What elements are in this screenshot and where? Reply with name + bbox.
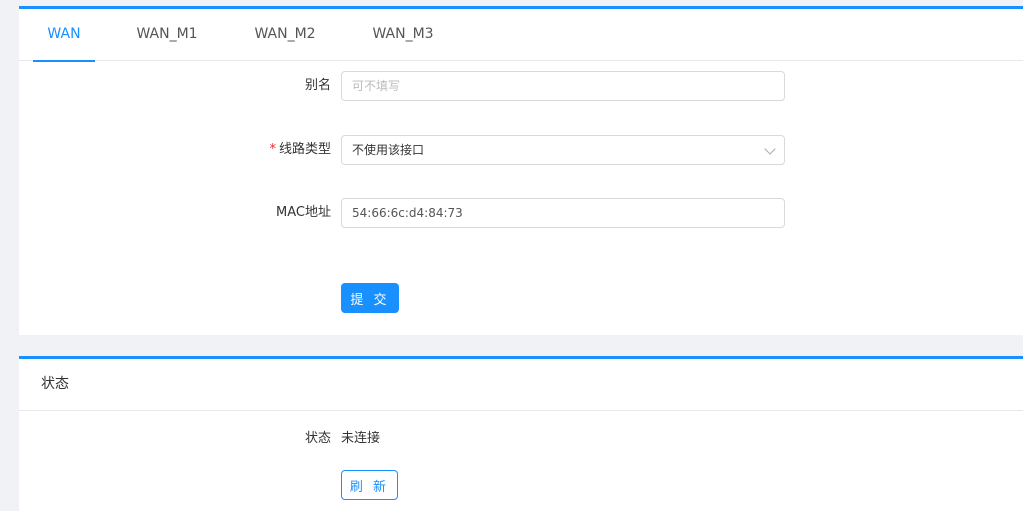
alias-input[interactable] <box>341 71 785 101</box>
wan-settings-card: WAN WAN_M1 WAN_M2 WAN_M3 别名 *线路类型 不使用该接口… <box>19 6 1023 335</box>
submit-button[interactable]: 提 交 <box>341 283 399 313</box>
status-label: 状态 <box>304 431 331 446</box>
refresh-button[interactable]: 刷 新 <box>341 470 398 500</box>
alias-row: 别名 <box>19 71 1023 101</box>
status-row: 状态 未连接 <box>19 427 1023 451</box>
line-type-row: * 线路类型 不使用该接口 <box>19 135 1023 165</box>
wan-tab-bar: WAN WAN_M1 WAN_M2 WAN_M3 <box>19 9 1023 62</box>
mac-input[interactable] <box>341 198 785 228</box>
status-card-title: 状态 <box>19 359 1023 411</box>
tab-wan[interactable]: WAN <box>33 9 95 62</box>
line-type-selected-value: 不使用该接口 <box>352 143 425 157</box>
alias-label: 别名 <box>304 78 331 93</box>
required-mark: * <box>269 142 276 157</box>
line-type-label-text: 线路类型 <box>278 142 331 157</box>
mac-row: MAC地址 <box>19 198 1023 228</box>
tab-wan-m1[interactable]: WAN_M1 <box>127 9 207 61</box>
tab-wan-m2[interactable]: WAN_M2 <box>245 9 325 61</box>
status-value: 未连接 <box>341 431 381 446</box>
tab-wan-m3[interactable]: WAN_M3 <box>363 9 443 61</box>
status-card: 状态 状态 未连接 刷 新 <box>19 356 1023 511</box>
chevron-down-icon <box>764 143 776 155</box>
line-type-label: * 线路类型 <box>269 135 331 165</box>
line-type-select[interactable]: 不使用该接口 <box>341 135 785 165</box>
mac-label: MAC地址 <box>276 205 331 220</box>
